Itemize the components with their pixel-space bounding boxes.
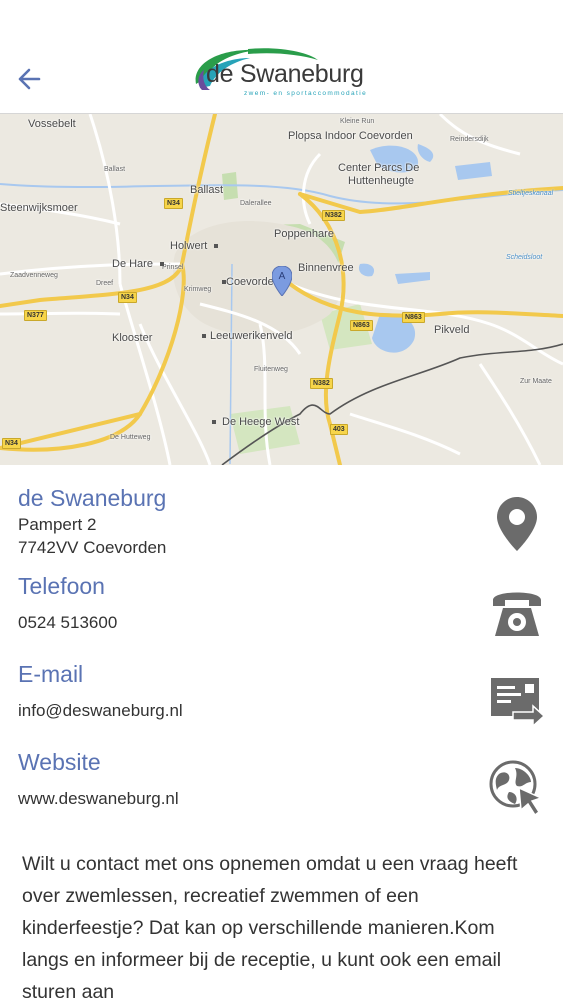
map-place-label: Leeuwerikenveld — [210, 330, 293, 342]
map-place-label: Reindersdijk — [450, 136, 489, 143]
location-marker[interactable]: A — [272, 266, 292, 296]
map-poi-dot — [202, 334, 206, 338]
map-place-label: Kleine Run — [340, 118, 375, 125]
logo-text: de Swaneburg — [206, 60, 364, 88]
map-poi-dot — [160, 262, 164, 266]
road-shield: N34 — [164, 198, 183, 209]
road-shield: N34 — [2, 438, 21, 449]
website-button[interactable] — [488, 759, 546, 817]
app-header: de Swaneburg zwem- en sportaccommodatie — [0, 0, 563, 114]
map-place-label: Center Parcs De — [338, 162, 420, 174]
map-place-label: Huttenheugte — [348, 175, 415, 187]
road-shield: N377 — [24, 310, 47, 321]
location-button[interactable] — [488, 495, 546, 553]
map-poi-dot — [222, 280, 226, 284]
call-button[interactable] — [488, 583, 546, 641]
map-pin-icon: A — [272, 266, 292, 296]
arrow-left-icon — [18, 68, 41, 90]
map-place-label: Dreef — [96, 280, 114, 287]
map-place-label: Prinsel — [162, 264, 184, 271]
map-place-label: Poppenhare — [274, 228, 334, 240]
map-place-label: Zaadvenneweg — [10, 272, 58, 279]
send-mail-icon — [491, 678, 545, 726]
road-shield: N863 — [402, 312, 425, 323]
map-place-label: Vossebelt — [28, 118, 76, 130]
map-place-label: Pikveld — [434, 324, 470, 336]
marker-label: A — [279, 271, 286, 282]
telephone-icon — [493, 592, 541, 636]
website-url: www.deswaneburg.nl — [18, 789, 179, 808]
back-button[interactable] — [14, 62, 44, 96]
location-pin-icon — [497, 497, 537, 551]
location-title: de Swaneburg — [18, 485, 167, 511]
map-place-label: Krimweg — [184, 286, 212, 293]
map-place-label: Plopsa Indoor Coevorden — [288, 130, 413, 142]
location-map[interactable]: Vossebelt Plopsa Indoor Coevorden Kleine… — [0, 114, 563, 465]
logo-tagline: zwem- en sportaccommodatie — [244, 90, 368, 97]
map-place-label: Steenwijksmoer — [0, 202, 78, 214]
road-shield: N382 — [310, 378, 333, 389]
road-shield: N34 — [118, 292, 137, 303]
road-shield: 403 — [330, 424, 348, 435]
map-place-label: Ballast — [190, 184, 224, 196]
map-place-label: De Hare — [112, 258, 153, 270]
email-title: E-mail — [18, 661, 84, 687]
address-line-1: Pampert 2 — [18, 515, 97, 534]
map-poi-dot — [214, 244, 218, 248]
road-shield: N382 — [322, 210, 345, 221]
website-title: Website — [18, 749, 101, 775]
map-poi-dot — [212, 420, 216, 424]
map-place-label: Klooster — [112, 332, 153, 344]
globe-cursor-icon — [489, 760, 544, 816]
map-place-label: Fluitenweg — [254, 366, 288, 373]
map-place-label: Zur Maate — [520, 378, 552, 385]
road-shield: N863 — [350, 320, 373, 331]
intro-paragraph: Wilt u contact met ons opnemen omdat u e… — [22, 853, 518, 1000]
map-place-label: Holwert — [170, 240, 208, 252]
map-place-label: Ballast — [104, 166, 126, 173]
address-line-2: 7742VV Coevorden — [18, 538, 167, 557]
map-place-label: Scheidsloot — [506, 254, 543, 261]
map-place-label: Stieltjeskanaal — [508, 190, 554, 197]
phone-number: 0524 513600 — [18, 613, 118, 632]
phone-title: Telefoon — [18, 573, 105, 599]
email-button[interactable] — [488, 671, 546, 729]
email-address: info@deswaneburg.nl — [18, 701, 183, 720]
map-place-label: Binnenvree — [298, 262, 354, 274]
map-place-label: Dalerallee — [240, 200, 272, 207]
map-place-label: De Hutteweg — [110, 434, 151, 441]
map-place-label: De Heege West — [222, 416, 300, 428]
logo: de Swaneburg zwem- en sportaccommodatie — [188, 44, 378, 104]
